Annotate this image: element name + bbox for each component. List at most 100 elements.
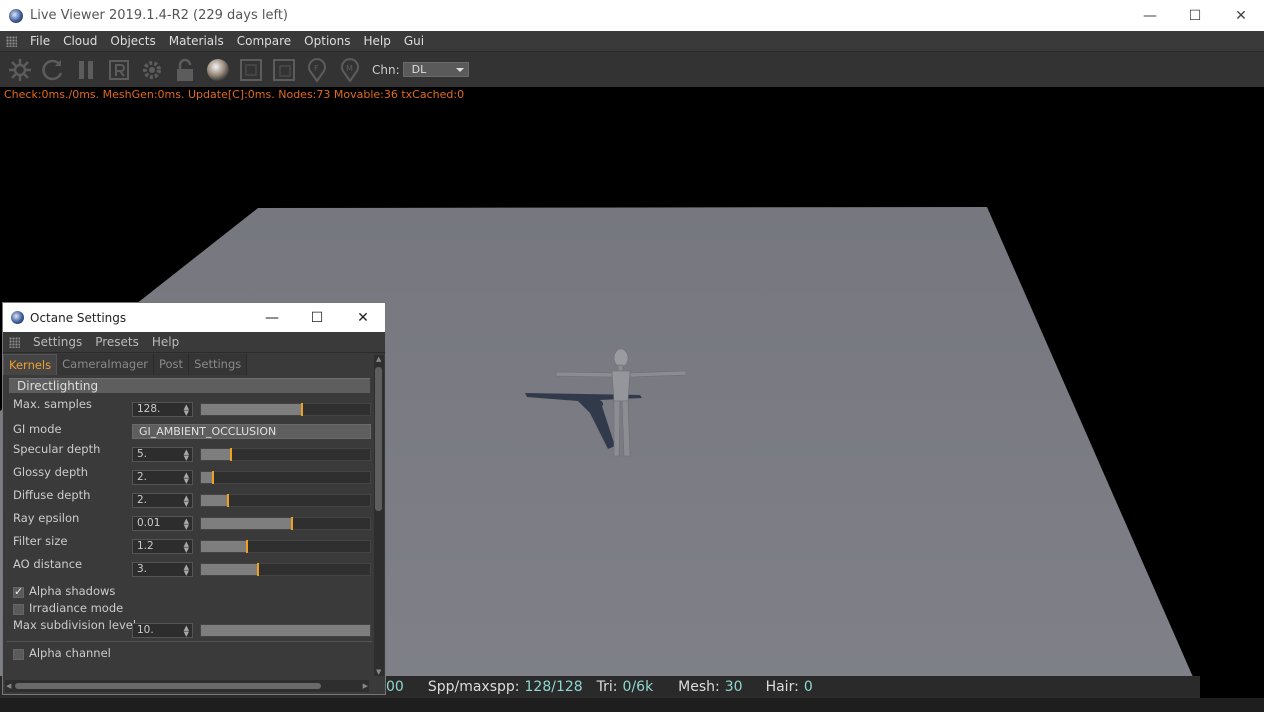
octane-settings-window: Octane Settings — ☐ ✕ Settings Presets H…: [2, 302, 386, 695]
irradiance-mode-row: Irradiance mode: [7, 601, 372, 617]
param-value-input[interactable]: 5. ▲ ▼: [132, 447, 193, 462]
settings-vertical-scrollbar[interactable]: ▲ ▼: [374, 355, 384, 676]
param-gi-mode: GI mode GI_AMBIENT_OCCLUSION: [7, 422, 372, 442]
scroll-up-icon[interactable]: ▲: [376, 355, 381, 363]
menu-materials[interactable]: Materials: [164, 31, 232, 52]
spinner-icon[interactable]: ▲ ▼: [184, 472, 189, 485]
param-value-input[interactable]: 0.01 ▲ ▼: [132, 516, 193, 531]
settings-menu-help[interactable]: Help: [147, 332, 187, 353]
spinner-icon[interactable]: ▲ ▼: [184, 495, 189, 508]
restart-button[interactable]: [36, 53, 69, 86]
scrollbar-thumb[interactable]: [15, 683, 321, 689]
channel-select[interactable]: DL: [402, 62, 469, 77]
settings-horizontal-scrollbar[interactable]: ◀ ▶: [5, 680, 369, 692]
frame-icon: [239, 58, 262, 81]
focus-pick-button[interactable]: F: [300, 53, 333, 86]
bottom-strip: [0, 698, 1264, 712]
channel-label: Chn:: [372, 62, 400, 77]
menu-help[interactable]: Help: [358, 31, 398, 52]
octane-settings-title-bar[interactable]: Octane Settings — ☐ ✕: [3, 303, 385, 332]
spinner-icon[interactable]: ▲ ▼: [184, 404, 189, 417]
gi-mode-select[interactable]: GI_AMBIENT_OCCLUSION: [132, 424, 371, 439]
section-header[interactable]: Directlighting: [9, 378, 370, 393]
alpha-shadows-checkbox[interactable]: [13, 585, 24, 598]
param-slider[interactable]: [200, 494, 371, 507]
menu-objects[interactable]: Objects: [105, 31, 163, 52]
menu-compare[interactable]: Compare: [232, 31, 299, 52]
hair-label: Hair:: [765, 679, 799, 695]
viewport-button-1[interactable]: [234, 53, 267, 86]
param-max-subdivision: Max subdivision level 10. ▲ ▼: [7, 618, 372, 638]
param-value-input[interactable]: 3. ▲ ▼: [132, 562, 193, 577]
tab-post[interactable]: Post: [154, 354, 190, 375]
scroll-down-icon[interactable]: ▼: [376, 668, 381, 676]
param-specular-depth: Specular depth 5. ▲ ▼: [7, 442, 372, 462]
lock-button[interactable]: [168, 53, 201, 86]
param-slider[interactable]: [200, 448, 371, 461]
settings-menu-presets[interactable]: Presets: [90, 332, 147, 353]
menu-file[interactable]: File: [25, 31, 58, 52]
maximize-button[interactable]: ☐: [1172, 0, 1218, 31]
scroll-left-icon[interactable]: ◀: [6, 682, 11, 690]
mesh-label: Mesh:: [678, 679, 720, 695]
spinner-icon[interactable]: ▲ ▼: [184, 564, 189, 577]
param-diffuse-depth: Diffuse depth 2. ▲ ▼: [7, 488, 372, 508]
spinner-icon[interactable]: ▲ ▼: [184, 625, 189, 638]
param-value-input[interactable]: 128. ▲ ▼: [132, 402, 193, 417]
param-value-input[interactable]: 1.2 ▲ ▼: [132, 539, 193, 554]
param-label: Glossy depth: [13, 465, 89, 479]
pin-m-icon: M: [340, 57, 359, 83]
param-label: Ray epsilon: [13, 511, 80, 525]
menu-cloud[interactable]: Cloud: [58, 31, 105, 52]
tab-kernels[interactable]: Kernels: [3, 354, 58, 375]
param-slider[interactable]: [200, 517, 371, 530]
tab-cameraimager[interactable]: CameraImager: [57, 354, 154, 375]
irradiance-mode-label: Irradiance mode: [29, 601, 124, 615]
material-ball-button[interactable]: [201, 53, 234, 86]
param-label: AO distance: [13, 557, 83, 571]
param-slider[interactable]: [200, 624, 371, 637]
param-slider[interactable]: [200, 540, 371, 553]
spinner-icon[interactable]: ▲ ▼: [184, 449, 189, 462]
svg-text:F: F: [314, 64, 319, 73]
settings-minimize-button[interactable]: —: [250, 303, 294, 332]
status-line: Check:0ms./0ms. MeshGen:0ms. Update[C]:0…: [4, 88, 465, 101]
param-value-input[interactable]: 10. ▲ ▼: [132, 623, 193, 638]
param-filter-size: Filter size 1.2 ▲ ▼: [7, 534, 372, 554]
menu-options[interactable]: Options: [299, 31, 358, 52]
app-icon: [9, 8, 23, 23]
scroll-right-icon[interactable]: ▶: [363, 682, 368, 690]
param-label: Filter size: [13, 534, 68, 548]
viewport-button-2[interactable]: [267, 53, 300, 86]
alpha-channel-label: Alpha channel: [29, 646, 111, 660]
tab-settings[interactable]: Settings: [189, 354, 248, 375]
pin-f-icon: F: [307, 57, 326, 83]
param-glossy-depth: Glossy depth 2. ▲ ▼: [7, 465, 372, 485]
irradiance-mode-checkbox[interactable]: [13, 604, 24, 615]
settings-button[interactable]: [135, 53, 168, 86]
settings-maximize-button[interactable]: ☐: [295, 303, 339, 332]
toolbar: F M Chn: DL: [0, 52, 1264, 87]
settings-close-button[interactable]: ✕: [341, 303, 385, 332]
region-render-button[interactable]: [102, 53, 135, 86]
spinner-icon[interactable]: ▲ ▼: [184, 541, 189, 554]
param-value-input[interactable]: 2. ▲ ▼: [132, 470, 193, 485]
close-button[interactable]: ✕: [1218, 0, 1264, 31]
minimize-button[interactable]: —: [1127, 0, 1173, 31]
lock-icon: [176, 58, 193, 81]
r-box-icon: [108, 59, 129, 80]
menu-gui[interactable]: Gui: [399, 31, 432, 52]
settings-menu-settings[interactable]: Settings: [28, 332, 90, 353]
param-slider[interactable]: [200, 563, 371, 576]
param-slider[interactable]: [200, 403, 371, 416]
sphere-icon: [206, 58, 229, 81]
param-label: Max subdivision level: [13, 618, 137, 632]
param-value-input[interactable]: 2. ▲ ▼: [132, 493, 193, 508]
param-slider[interactable]: [200, 471, 371, 484]
material-pick-button[interactable]: M: [333, 53, 366, 86]
pause-button[interactable]: [69, 53, 102, 86]
spinner-icon[interactable]: ▲ ▼: [184, 518, 189, 531]
alpha-channel-checkbox[interactable]: [13, 649, 24, 660]
scrollbar-thumb[interactable]: [375, 367, 382, 511]
send-scene-button[interactable]: [3, 53, 36, 86]
